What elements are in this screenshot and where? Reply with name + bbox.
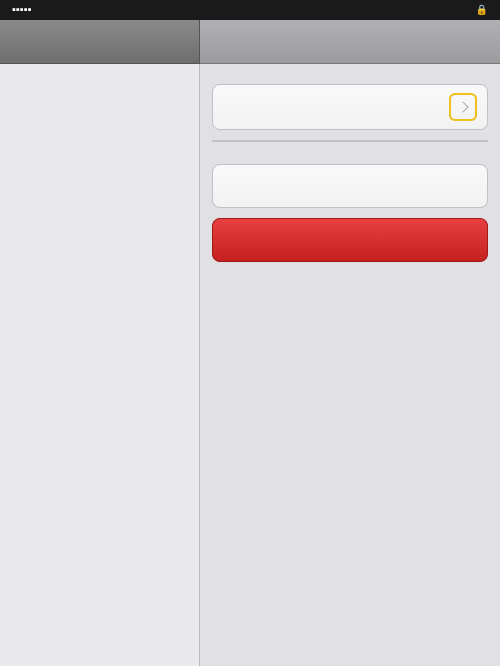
header-right <box>200 20 500 64</box>
status-left: ▪▪▪▪▪ <box>8 4 32 16</box>
account-group <box>212 84 488 130</box>
delete-account-button[interactable] <box>212 218 488 262</box>
sidebar <box>0 64 200 666</box>
storage-backup-row[interactable] <box>212 164 488 208</box>
account-row[interactable] <box>213 85 487 129</box>
find-my-ipad-note <box>212 152 488 164</box>
lock-icon: 🔒 <box>476 5 488 16</box>
header <box>0 20 500 64</box>
header-left <box>0 20 200 64</box>
account-arrow-button[interactable] <box>449 93 477 121</box>
content-area <box>200 64 500 666</box>
icloud-section-label <box>212 74 488 84</box>
status-bar: ▪▪▪▪▪ 🔒 <box>0 0 500 20</box>
signal-icon: ▪▪▪▪▪ <box>12 4 32 16</box>
main-layout <box>0 64 500 666</box>
chevron-right-icon <box>457 101 468 112</box>
status-right: 🔒 <box>476 5 492 16</box>
icloud-rows-group <box>212 140 488 142</box>
